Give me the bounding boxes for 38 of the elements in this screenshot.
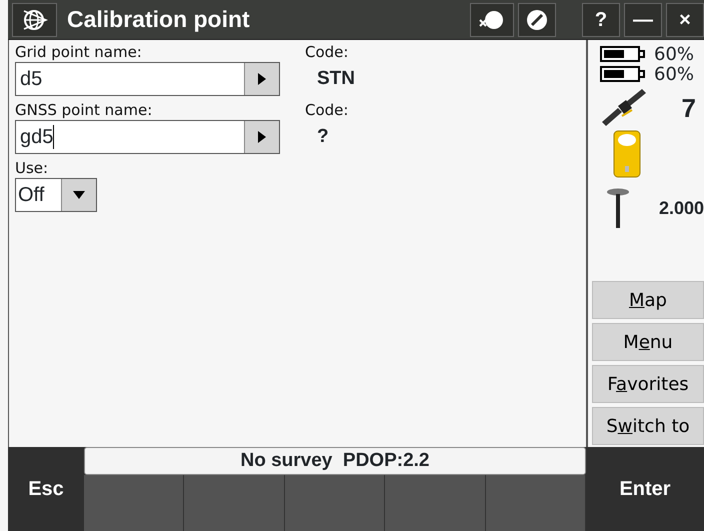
arrow-button[interactable]: [244, 121, 279, 153]
enter-key[interactable]: Enter: [586, 447, 704, 531]
antenna-pole-icon: [606, 188, 630, 228]
text-field[interactable]: d5: [15, 62, 280, 96]
code-value: ?: [316, 125, 330, 149]
battery-icon: [600, 66, 646, 82]
text-field[interactable]: gd5: [15, 120, 280, 154]
arrow-button[interactable]: [244, 63, 279, 95]
help-button[interactable]: ?: [582, 2, 620, 36]
caret-icon: [72, 190, 86, 200]
field-label: GNSS point name:: [15, 100, 154, 120]
minimize-button[interactable]: —: [624, 2, 662, 36]
app-menu-button[interactable]: [12, 2, 57, 36]
triangle-right-icon: [257, 130, 267, 144]
code-label: Code:: [305, 42, 350, 62]
side-menu-button[interactable]: Menu: [592, 323, 704, 361]
field-label: Grid point name:: [15, 42, 143, 62]
triangle-right-icon: [257, 72, 267, 86]
dropdown-button[interactable]: [61, 179, 96, 211]
satellite-icon: [600, 88, 646, 128]
side-menu-button[interactable]: Map: [592, 281, 704, 319]
status-bar: No survey PDOP:2.2: [84, 447, 586, 475]
code-label: Code:: [305, 100, 348, 120]
escape-key[interactable]: Esc: [8, 447, 84, 531]
side-menu-button[interactable]: Switch to: [592, 407, 704, 445]
side-menu-button[interactable]: Favorites: [592, 365, 704, 403]
stop-button[interactable]: [518, 2, 556, 36]
no-entry-icon: [525, 8, 549, 32]
code-value: STN: [316, 67, 355, 91]
use-label: Use:: [15, 158, 50, 178]
battery-icon: [600, 46, 646, 62]
antenna-height: 2.000: [658, 196, 704, 220]
close-button[interactable]: ×: [666, 2, 704, 36]
window-title: Calibration point: [67, 5, 251, 34]
receiver-icon: [612, 130, 642, 178]
use-dropdown[interactable]: Off: [15, 178, 97, 212]
satellite-count: 7: [682, 92, 696, 124]
walk-button[interactable]: [470, 2, 514, 36]
